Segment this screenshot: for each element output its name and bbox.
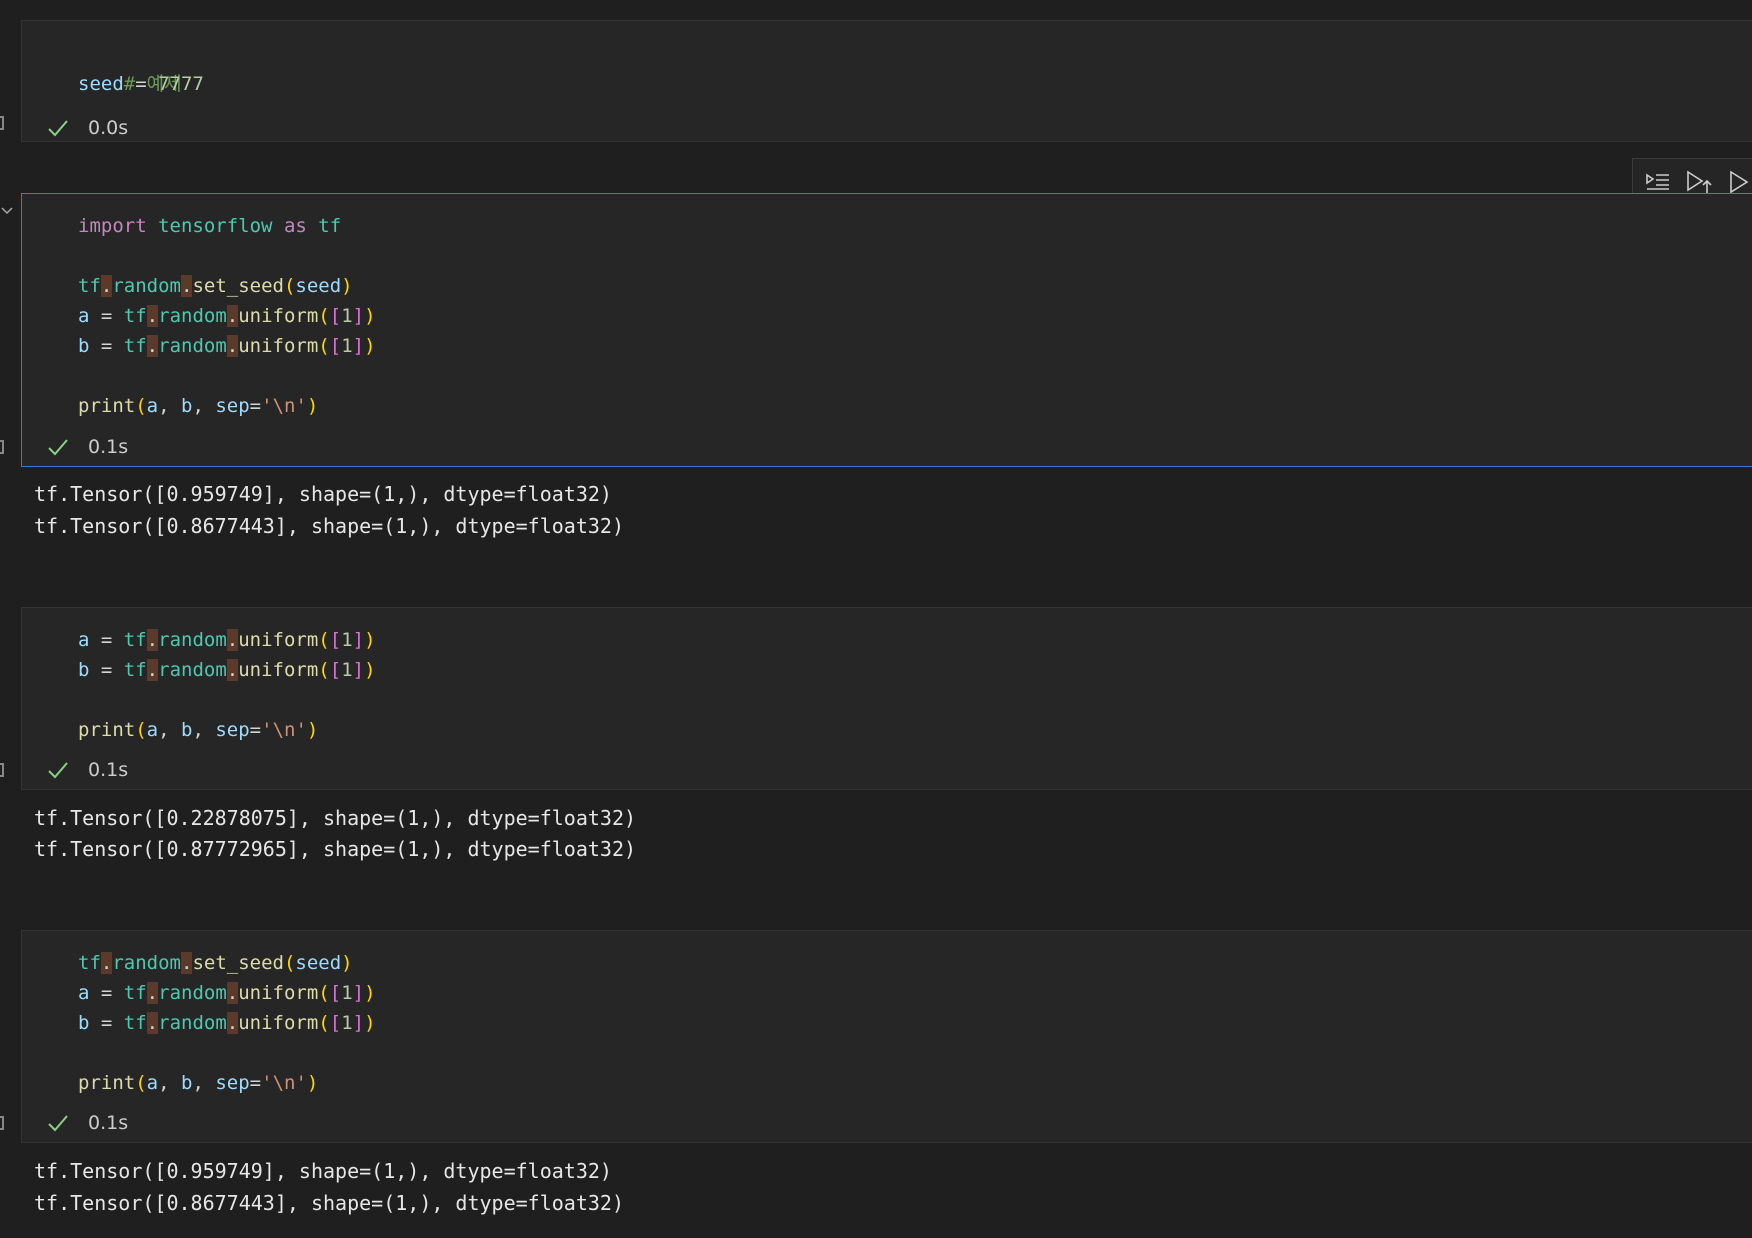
execution-status: 0.0s — [46, 113, 128, 143]
code-line: tf.random.set_seed(seed) — [78, 275, 353, 297]
code-line: tf.random.set_seed(seed) — [78, 952, 353, 974]
execution-time: 0.1s — [88, 1112, 129, 1134]
run-cell-icon — [1730, 170, 1749, 194]
check-icon — [48, 762, 68, 779]
code-line: a = tf.random.uniform([1]) — [78, 982, 376, 1004]
check-icon — [48, 1115, 68, 1132]
code-line: a = tf.random.uniform([1]) — [78, 305, 376, 327]
code-line: a = tf.random.uniform([1]) — [78, 629, 376, 651]
gutter-bracket — [0, 1116, 4, 1130]
output-line: tf.Tensor([0.87772965], shape=(1,), dtyp… — [34, 837, 637, 861]
notebook-cell-4[interactable]: tf.random.set_seed(seed) a = tf.random.u… — [21, 930, 1752, 1143]
output-line: tf.Tensor([0.959749], shape=(1,), dtype=… — [34, 482, 612, 506]
chevron-down-icon[interactable] — [0, 204, 14, 218]
gutter-bracket — [0, 116, 4, 130]
output-line: tf.Tensor([0.22878075], shape=(1,), dtyp… — [34, 806, 637, 830]
code-line: b = tf.random.uniform([1]) — [78, 335, 376, 357]
check-icon — [48, 439, 68, 456]
code-line: b = tf.random.uniform([1]) — [78, 1012, 376, 1034]
notebook-cell-3[interactable]: a = tf.random.uniform([1]) b = tf.random… — [21, 607, 1752, 790]
execution-status: 0.1s — [46, 432, 128, 462]
run-and-move-up-icon — [1687, 170, 1712, 193]
gutter-bracket — [0, 763, 4, 777]
execution-time: 0.1s — [88, 759, 129, 781]
output-line: tf.Tensor([0.8677443], shape=(1,), dtype… — [34, 514, 625, 538]
execute-above-icon — [1646, 173, 1669, 190]
code-line: print(a, b, sep='\n') — [78, 395, 319, 417]
check-icon — [48, 120, 68, 137]
code-line: seed = 7777 — [78, 73, 204, 95]
code-line: b = tf.random.uniform([1]) — [78, 659, 376, 681]
execution-status: 0.1s — [46, 755, 128, 785]
code-line: print(a, b, sep='\n') — [78, 1072, 319, 1094]
gutter-bracket — [0, 440, 4, 454]
output-line: tf.Tensor([0.959749], shape=(1,), dtype=… — [34, 1159, 612, 1183]
notebook-cell-2[interactable]: import tensorflow as tf tf.random.set_se… — [21, 193, 1752, 467]
execution-status: 0.1s — [46, 1108, 128, 1138]
execution-time: 0.0s — [88, 117, 129, 139]
code-line: import tensorflow as tf — [78, 215, 342, 237]
code-line: # 예제 — [123, 73, 182, 95]
output-line: tf.Tensor([0.8677443], shape=(1,), dtype… — [34, 1191, 625, 1215]
execution-time: 0.1s — [88, 436, 129, 458]
code-line: print(a, b, sep='\n') — [78, 719, 319, 741]
notebook-cell-1[interactable]: # 예제 seed = 7777 0.0s — [21, 20, 1752, 142]
